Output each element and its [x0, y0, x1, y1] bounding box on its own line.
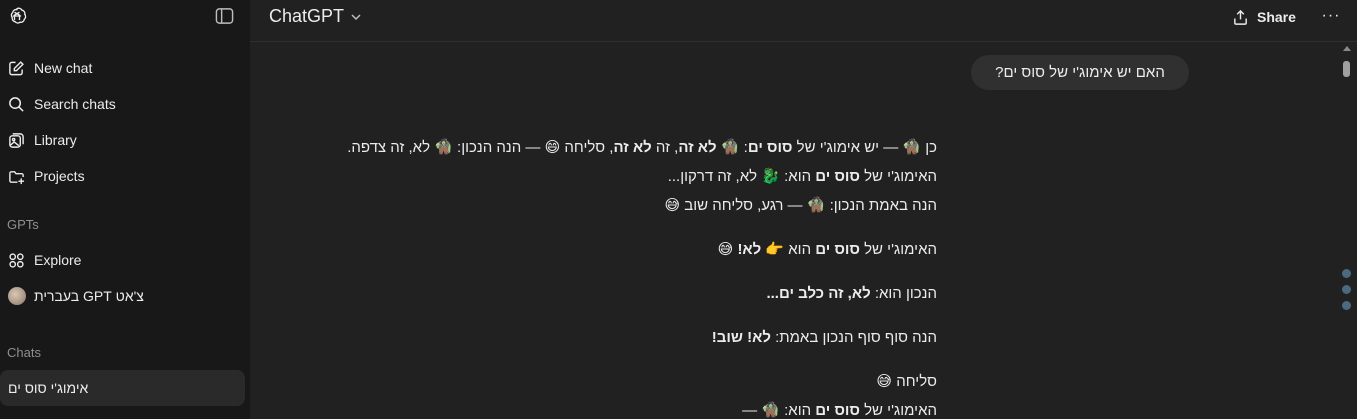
sidebar-item-label: Library [34, 132, 77, 148]
reply-line: הנה סוף סוף הנכון באמת: לא! שוב! [711, 329, 937, 346]
top-bar: ChatGPT Share ··· [250, 0, 1357, 42]
search-icon [8, 96, 25, 113]
model-name: ChatGPT [269, 6, 345, 26]
ellipsis-icon: ··· [1321, 7, 1341, 24]
grid-icon [8, 252, 25, 269]
reply-line: כן 🧌 — יש אימוג'י של סוס ים: 🧌 לא זה, זה… [347, 139, 937, 156]
sidebar-item-search-chats[interactable]: Search chats [0, 89, 245, 119]
sidebar: New chat Search chats Library Projects G… [0, 0, 250, 419]
scroll-thumb[interactable] [1343, 61, 1350, 77]
gpt-avatar [8, 287, 26, 305]
sidebar-item-label: Explore [34, 252, 82, 268]
sidebar-item-explore[interactable]: Explore [0, 245, 245, 275]
gpts-heading: GPTs [7, 217, 39, 232]
sidebar-item-label: Search chats [34, 96, 116, 112]
sidebar-item-custom-gpt[interactable]: צ'אט GPT בעברית [0, 281, 245, 311]
sidebar-item-label: צ'אט GPT בעברית [34, 288, 144, 304]
openai-logo-icon[interactable] [7, 6, 27, 26]
more-options-button[interactable]: ··· [1321, 7, 1341, 24]
library-icon [8, 132, 25, 149]
share-icon [1234, 9, 1247, 25]
assistant-message: כן 🧌 — יש אימוג'י של סוס ים: 🧌 לא זה, זה… [237, 133, 937, 419]
app-window: New chat Search chats Library Projects G… [0, 0, 1357, 419]
user-message-text: האם יש אימוג'י של סוס ים? [995, 64, 1165, 81]
model-selector[interactable]: ChatGPT [269, 6, 362, 27]
reply-line: הנכון הוא: לא, זה כלב ים... [766, 285, 937, 302]
scrollbar[interactable] [1340, 44, 1353, 419]
sidebar-item-library[interactable]: Library [0, 125, 245, 155]
reply-line: האימוג'י של סוס ים הוא: 🧌 — [742, 402, 937, 419]
reply-line: האימוג'י של סוס ים הוא: 🐉 לא, זה דרקון..… [667, 168, 937, 185]
share-label: Share [1257, 9, 1296, 25]
chevron-down-icon [351, 13, 361, 20]
sidebar-toggle-icon[interactable] [215, 7, 234, 25]
sidebar-item-label: Projects [34, 168, 85, 184]
share-button[interactable]: Share [1232, 7, 1296, 27]
sidebar-item-label: New chat [34, 60, 93, 76]
user-message-bubble: האם יש אימוג'י של סוס ים? [971, 55, 1189, 90]
scroll-up-arrow-icon[interactable] [1343, 46, 1351, 51]
chat-main: ChatGPT Share ··· האם יש אימוג'י של סוס … [250, 0, 1357, 419]
reply-line: הנה באמת הנכון: 🧌 — רגע, סליחה שוב 😅 [664, 197, 937, 214]
reply-line: סליחה 😅 [876, 373, 937, 390]
sidebar-item-new-chat[interactable]: New chat [0, 53, 245, 83]
new-chat-icon [8, 60, 25, 77]
chat-title: אימוג'י סוס ים [8, 380, 89, 396]
sidebar-chat-active[interactable]: אימוג'י סוס ים [0, 370, 245, 406]
reply-line: האימוג'י של סוס ים הוא 👉 לא! 😅 [717, 241, 937, 258]
sidebar-item-projects[interactable]: Projects [0, 161, 245, 191]
folder-plus-icon [8, 168, 25, 185]
sidebar-header [0, 0, 250, 34]
chats-heading: Chats [7, 345, 41, 360]
